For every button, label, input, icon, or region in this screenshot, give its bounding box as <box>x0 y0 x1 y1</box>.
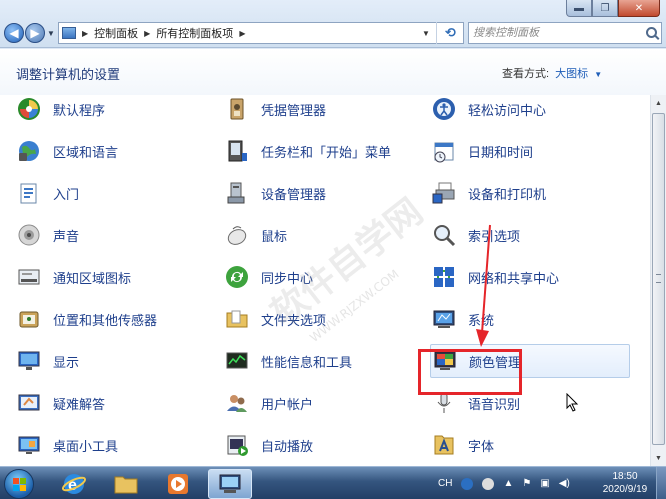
window-controls: ▬ ❐ ✕ <box>566 0 660 17</box>
maximize-button[interactable]: ❐ <box>592 0 618 17</box>
network-icon[interactable]: ▣ <box>540 478 549 489</box>
windows-logo-icon <box>13 478 26 491</box>
taskbar-control-panel[interactable] <box>208 469 252 499</box>
taskbar-windows-explorer[interactable] <box>104 469 148 499</box>
search-input[interactable] <box>473 24 643 42</box>
flag-icon[interactable]: ⚑ <box>522 478 531 489</box>
show-desktop-button[interactable] <box>656 467 666 499</box>
breadcrumb-control-panel[interactable]: 控制面板 <box>94 25 138 41</box>
input-method-icon[interactable] <box>482 477 495 490</box>
content-pane: 调整计算机的设置 查看方式: 大图标 ▼ 默认程序 区域和语言 入门 声音 通知… <box>0 49 666 466</box>
folder-icon <box>114 476 138 494</box>
clock[interactable]: 18:50 2020/9/19 <box>600 470 650 496</box>
media-player-icon <box>168 474 188 494</box>
forward-button[interactable]: ▶ <box>25 23 45 43</box>
breadcrumb-separator-icon[interactable]: ▶ <box>82 29 88 38</box>
start-button[interactable] <box>4 469 34 499</box>
clock-date: 2020/9/19 <box>602 484 648 495</box>
back-button[interactable]: ◀ <box>4 23 24 43</box>
recent-pages-dropdown[interactable]: ▼ <box>47 29 55 38</box>
control-panel-icon <box>62 27 76 39</box>
search-icon[interactable] <box>646 27 657 38</box>
title-address-bar: ▬ ❐ ✕ ◀ ▶ ▼ ▶ 控制面板 ▶ 所有控制面板项 ▶ ▼ ⟲ <box>0 0 666 48</box>
mouse-cursor-icon <box>566 393 579 412</box>
breadcrumb-separator-icon[interactable]: ▶ <box>144 29 150 38</box>
clock-time: 18:50 <box>612 471 638 482</box>
breadcrumb-all-items[interactable]: 所有控制面板项 <box>156 25 233 41</box>
close-button[interactable]: ✕ <box>618 0 660 17</box>
taskbar: e CH ▲ ⚑ ▣ ◀) 18:50 2020/9/19 <box>0 466 666 499</box>
control-panel-icon <box>219 474 241 493</box>
minimize-button[interactable]: ▬ <box>566 0 592 17</box>
help-icon[interactable] <box>461 477 474 490</box>
address-dropdown-icon[interactable]: ▼ <box>417 29 435 38</box>
refresh-button[interactable]: ⟲ <box>436 22 464 44</box>
language-indicator[interactable]: CH <box>438 478 452 489</box>
search-box[interactable] <box>468 22 662 44</box>
volume-icon[interactable]: ◀) <box>559 478 570 489</box>
address-bar[interactable]: ▶ 控制面板 ▶ 所有控制面板项 ▶ ▼ <box>58 22 464 44</box>
taskbar-media-player[interactable] <box>156 469 200 499</box>
tray-expand-icon[interactable]: ▲ <box>503 478 513 489</box>
internet-explorer-icon: e <box>61 474 87 494</box>
breadcrumb-separator-icon[interactable]: ▶ <box>239 29 245 38</box>
taskbar-internet-explorer[interactable]: e <box>52 469 96 499</box>
system-tray: CH ▲ ⚑ ▣ ◀) <box>438 467 579 499</box>
